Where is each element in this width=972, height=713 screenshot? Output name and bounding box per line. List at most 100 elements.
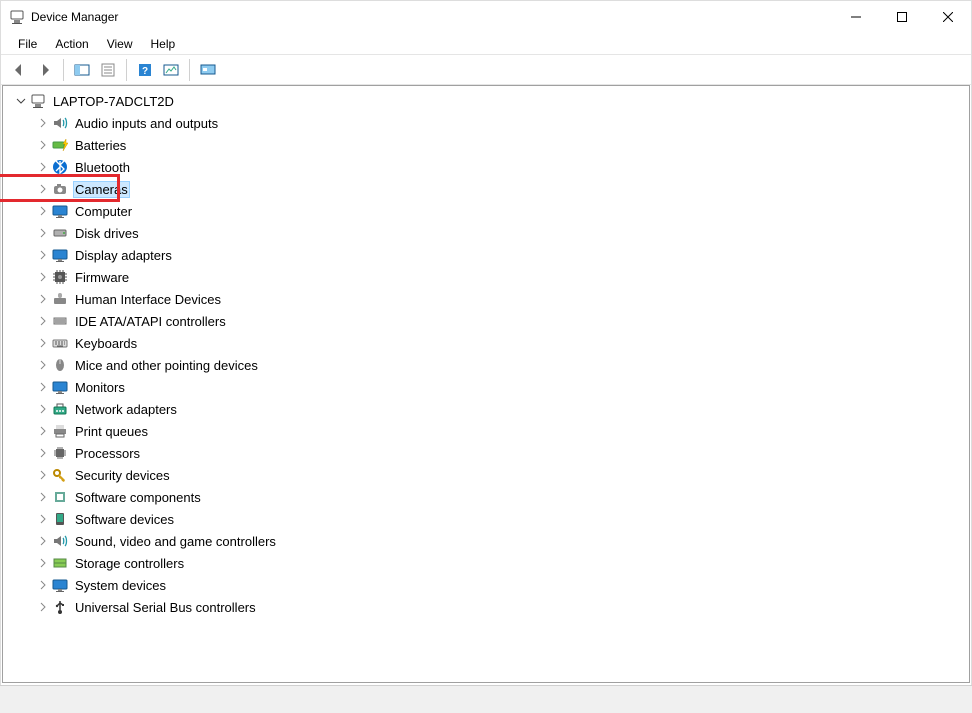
expand-icon[interactable] — [35, 272, 51, 282]
show-hide-console-button[interactable] — [70, 58, 94, 82]
toolbar: ? — [1, 55, 971, 85]
storage-icon — [51, 554, 69, 572]
tree-item-keyboard[interactable]: Keyboards — [3, 332, 969, 354]
tree-item-sw[interactable]: Software devices — [3, 508, 969, 530]
speaker-icon — [51, 532, 69, 550]
tree-item-label: Software devices — [73, 512, 176, 527]
tree-item-label: Display adapters — [73, 248, 174, 263]
sw-icon — [51, 510, 69, 528]
battery-icon — [51, 136, 69, 154]
usb-icon — [51, 598, 69, 616]
minimize-button[interactable] — [833, 1, 879, 33]
statusbar — [0, 685, 972, 713]
tree-item-printer[interactable]: Print queues — [3, 420, 969, 442]
tree-item-usb[interactable]: Universal Serial Bus controllers — [3, 596, 969, 618]
expand-icon[interactable] — [13, 96, 29, 106]
expand-icon[interactable] — [35, 448, 51, 458]
expand-icon[interactable] — [35, 382, 51, 392]
tree-item-label: Bluetooth — [73, 160, 132, 175]
tree-item-label: Computer — [73, 204, 134, 219]
expand-icon[interactable] — [35, 140, 51, 150]
tree-item-camera[interactable]: Cameras — [3, 178, 969, 200]
expand-icon[interactable] — [35, 360, 51, 370]
app-icon — [9, 9, 25, 25]
scan-button[interactable] — [159, 58, 183, 82]
tree-item-label: System devices — [73, 578, 168, 593]
close-button[interactable] — [925, 1, 971, 33]
tree-item-component[interactable]: Software components — [3, 486, 969, 508]
tree-item-bluetooth[interactable]: Bluetooth — [3, 156, 969, 178]
tree-root[interactable]: LAPTOP-7ADCLT2D — [3, 90, 969, 112]
back-button[interactable] — [7, 58, 31, 82]
menu-view[interactable]: View — [98, 34, 142, 54]
expand-icon[interactable] — [35, 470, 51, 480]
properties-button[interactable] — [96, 58, 120, 82]
tree-item-mouse[interactable]: Mice and other pointing devices — [3, 354, 969, 376]
tree-item-label: Firmware — [73, 270, 131, 285]
printer-icon — [51, 422, 69, 440]
expand-icon[interactable] — [35, 602, 51, 612]
tree-item-label: Keyboards — [73, 336, 139, 351]
tree-root-label: LAPTOP-7ADCLT2D — [51, 94, 176, 109]
tree-item-label: Cameras — [73, 181, 130, 198]
monitor-icon — [51, 246, 69, 264]
expand-icon[interactable] — [35, 426, 51, 436]
forward-button[interactable] — [33, 58, 57, 82]
titlebar: Device Manager — [1, 1, 971, 33]
help-button[interactable]: ? — [133, 58, 157, 82]
tree-item-monitor[interactable]: Computer — [3, 200, 969, 222]
expand-icon[interactable] — [35, 338, 51, 348]
component-icon — [51, 488, 69, 506]
maximize-button[interactable] — [879, 1, 925, 33]
tree-item-cpu[interactable]: Processors — [3, 442, 969, 464]
speaker-icon — [51, 114, 69, 132]
cpu-icon — [51, 444, 69, 462]
menu-action[interactable]: Action — [46, 34, 97, 54]
menubar: File Action View Help — [1, 33, 971, 55]
expand-icon[interactable] — [35, 404, 51, 414]
tree-item-speaker[interactable]: Sound, video and game controllers — [3, 530, 969, 552]
device-tree[interactable]: LAPTOP-7ADCLT2DAudio inputs and outputsB… — [2, 85, 970, 683]
tree-item-label: IDE ATA/ATAPI controllers — [73, 314, 228, 329]
tree-item-chip[interactable]: Firmware — [3, 266, 969, 288]
menu-file[interactable]: File — [9, 34, 46, 54]
tree-item-label: Monitors — [73, 380, 127, 395]
tree-item-monitor[interactable]: Monitors — [3, 376, 969, 398]
expand-icon[interactable] — [35, 250, 51, 260]
net-icon — [51, 400, 69, 418]
tree-item-security[interactable]: Security devices — [3, 464, 969, 486]
tree-item-monitor[interactable]: Display adapters — [3, 244, 969, 266]
tree-item-net[interactable]: Network adapters — [3, 398, 969, 420]
expand-icon[interactable] — [35, 184, 51, 194]
disk-icon — [51, 224, 69, 242]
tree-item-monitor[interactable]: System devices — [3, 574, 969, 596]
hid-icon — [51, 290, 69, 308]
tree-item-disk[interactable]: Disk drives — [3, 222, 969, 244]
expand-icon[interactable] — [35, 118, 51, 128]
tree-item-label: Network adapters — [73, 402, 179, 417]
expand-icon[interactable] — [35, 294, 51, 304]
expand-icon[interactable] — [35, 316, 51, 326]
devices-button[interactable] — [196, 58, 220, 82]
expand-icon[interactable] — [35, 492, 51, 502]
tree-item-label: Mice and other pointing devices — [73, 358, 260, 373]
tree-item-storage[interactable]: Storage controllers — [3, 552, 969, 574]
window-title: Device Manager — [31, 10, 118, 24]
tree-item-hid[interactable]: Human Interface Devices — [3, 288, 969, 310]
expand-icon[interactable] — [35, 514, 51, 524]
tree-item-label: Software components — [73, 490, 203, 505]
menu-help[interactable]: Help — [142, 34, 185, 54]
expand-icon[interactable] — [35, 228, 51, 238]
bluetooth-icon — [51, 158, 69, 176]
expand-icon[interactable] — [35, 162, 51, 172]
tree-item-speaker[interactable]: Audio inputs and outputs — [3, 112, 969, 134]
mouse-icon — [51, 356, 69, 374]
tree-item-battery[interactable]: Batteries — [3, 134, 969, 156]
expand-icon[interactable] — [35, 580, 51, 590]
expand-icon[interactable] — [35, 206, 51, 216]
monitor-icon — [51, 202, 69, 220]
expand-icon[interactable] — [35, 558, 51, 568]
expand-icon[interactable] — [35, 536, 51, 546]
camera-icon — [51, 180, 69, 198]
tree-item-ide[interactable]: IDE ATA/ATAPI controllers — [3, 310, 969, 332]
